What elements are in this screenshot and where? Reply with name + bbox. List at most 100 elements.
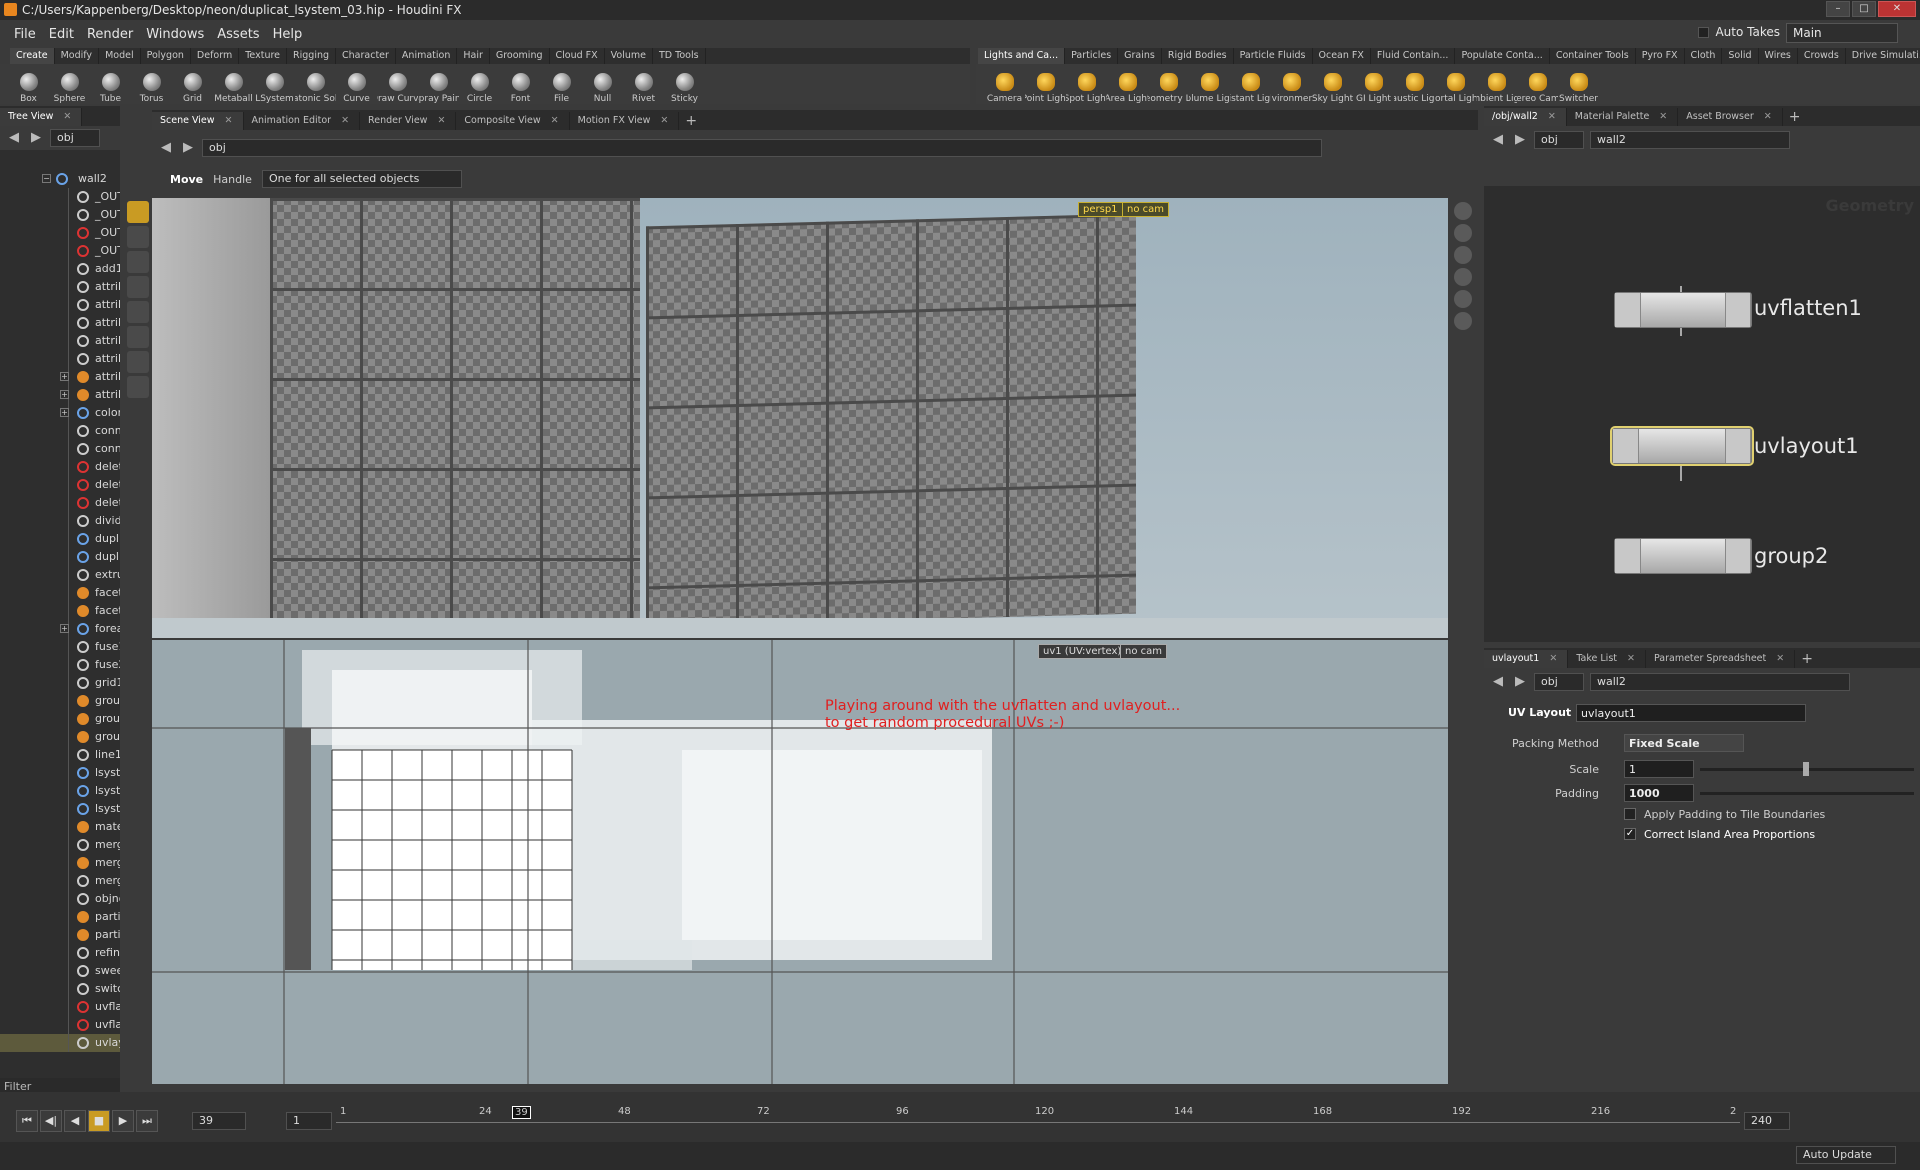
scene-path-field[interactable]: obj [202, 139, 1322, 157]
shelf-tool[interactable]: Circle [459, 64, 500, 104]
expand-icon[interactable]: + [60, 390, 69, 399]
tree-node-row[interactable]: switch [0, 980, 120, 998]
menu-render[interactable]: Render [87, 27, 133, 42]
tree-node-row[interactable]: partiti [0, 926, 120, 944]
add-tab-icon[interactable]: + [1783, 108, 1807, 126]
scene-viewport[interactable]: persp1 no cam Playing around with the uv… [152, 198, 1448, 1086]
panel-tab[interactable]: uvlayout1 ✕ [1484, 650, 1569, 668]
net-path-obj[interactable]: obj [1534, 131, 1584, 149]
tree-node-row[interactable]: + attribt [0, 368, 120, 386]
shelf-tool[interactable]: Font [500, 64, 541, 104]
shelf-tab[interactable]: Model [99, 48, 141, 64]
add-tab-icon[interactable]: + [1795, 650, 1819, 668]
no-cam-menu[interactable]: no cam [1122, 202, 1170, 217]
tree-node-row[interactable]: lsyste [0, 782, 120, 800]
desktop-selector[interactable]: Main [1786, 23, 1898, 43]
play-reverse-icon[interactable]: ◀ [64, 1110, 86, 1132]
tree-node-row[interactable]: mater [0, 818, 120, 836]
tree-node-row[interactable]: attribt [0, 278, 120, 296]
tree-node-row[interactable]: refine [0, 944, 120, 962]
tree-node-row[interactable]: duplic [0, 548, 120, 566]
shelf-tool[interactable]: Point Light [1025, 64, 1066, 104]
shelf-tool[interactable]: Tube [90, 64, 131, 104]
shelf-tool[interactable]: Geometry L... [1148, 64, 1189, 104]
shelf-tool[interactable]: Grid [172, 64, 213, 104]
shelf-tool[interactable]: Ambient Lig... [1476, 64, 1517, 104]
end-frame-field[interactable]: 240 [1744, 1112, 1790, 1130]
tree-node-row[interactable]: _OUT [0, 206, 120, 224]
shelf-tab[interactable]: Character [336, 48, 396, 64]
light-icon[interactable] [1454, 290, 1472, 308]
shelf-tab[interactable]: Grains [1118, 48, 1162, 64]
tree-node-row[interactable]: conne [0, 440, 120, 458]
packing-method-dropdown[interactable]: Fixed Scale [1624, 734, 1744, 752]
menu-assets[interactable]: Assets [217, 27, 259, 42]
shelf-tool[interactable]: Area Light [1107, 64, 1148, 104]
node-uvlayout1[interactable] [1610, 426, 1754, 466]
tree-node-row[interactable]: merge [0, 836, 120, 854]
shelf-tab[interactable]: Ocean FX [1313, 48, 1371, 64]
maximize-button[interactable]: □ [1852, 1, 1876, 17]
handle-mode-dropdown[interactable]: One for all selected objects [261, 170, 462, 188]
jump-end-icon[interactable]: ⏭ [136, 1110, 158, 1132]
param-path-wall2[interactable]: wall2 [1590, 673, 1850, 691]
panel-tab[interactable]: Asset Browser ✕ [1678, 108, 1783, 126]
forward-arrow-icon[interactable]: ▶ [180, 140, 196, 156]
auto-update-dropdown[interactable]: Auto Update [1796, 1146, 1896, 1164]
shelf-tool[interactable]: Sphere [49, 64, 90, 104]
node-group2[interactable] [1614, 538, 1752, 574]
tree-node-row[interactable]: add1 [0, 260, 120, 278]
visibility-icon[interactable] [1454, 246, 1472, 264]
scale-tool-icon[interactable] [127, 276, 149, 298]
node-name-field[interactable]: uvlayout1 [1576, 704, 1806, 722]
shelf-tool[interactable]: LSystem [254, 64, 295, 104]
auto-takes-checkbox[interactable] [1698, 26, 1710, 38]
step-back-icon[interactable]: ◀| [40, 1110, 62, 1132]
shelf-tool[interactable]: Rivet [623, 64, 664, 104]
shelf-tab[interactable]: Texture [239, 48, 288, 64]
shelf-tool[interactable]: File [541, 64, 582, 104]
handle-tool-icon[interactable] [127, 301, 149, 323]
magnet-tool-icon[interactable] [127, 376, 149, 398]
shelf-tab[interactable]: Lights and Ca... [978, 48, 1066, 64]
rotate-tool-icon[interactable] [127, 251, 149, 273]
camera-menu[interactable]: persp1 [1078, 202, 1123, 217]
uv-camera-menu[interactable]: uv1 (UV:vertex) [1038, 644, 1127, 659]
shelf-tab[interactable]: Crowds [1798, 48, 1846, 64]
shelf-tab[interactable]: Particles [1065, 48, 1119, 64]
tree-node-row[interactable]: attribj [0, 314, 120, 332]
tree-node-row[interactable]: merge [0, 854, 120, 872]
shelf-tab[interactable]: Volume [605, 48, 653, 64]
pose-tool-icon[interactable] [127, 326, 149, 348]
panel-tab[interactable]: Scene View ✕ [152, 112, 244, 130]
panel-tab[interactable]: Parameter Spreadsheet ✕ [1646, 650, 1796, 668]
shelf-tool[interactable]: Environmen... [1271, 64, 1312, 104]
tree-node-row[interactable]: _OUT [0, 188, 120, 206]
start-frame-field[interactable]: 1 [286, 1112, 332, 1130]
close-icon[interactable]: ✕ [341, 115, 349, 126]
select-tool-icon[interactable] [127, 201, 149, 223]
close-icon[interactable]: ✕ [551, 115, 559, 126]
shelf-tab[interactable]: Rigid Bodies [1162, 48, 1234, 64]
tree-root-row[interactable]: − wall2 [0, 170, 120, 188]
menu-edit[interactable]: Edit [49, 27, 74, 42]
transform-tool-icon[interactable] [127, 226, 149, 248]
forward-arrow-icon[interactable]: ▶ [1512, 132, 1528, 148]
shelf-tab[interactable]: Drive Simulati... [1846, 48, 1920, 64]
tree-node-row[interactable]: objno [0, 890, 120, 908]
shelf-tab[interactable]: Rigging [287, 48, 337, 64]
current-frame-field[interactable]: 39 [192, 1112, 246, 1130]
display-options-icon[interactable] [1454, 202, 1472, 220]
tree-node-row[interactable]: attribt [0, 296, 120, 314]
tab-tree-view[interactable]: Tree View ✕ [0, 108, 83, 126]
shelf-tab[interactable]: Animation [396, 48, 458, 64]
add-tab-icon[interactable]: + [679, 112, 703, 130]
shelf-tool[interactable]: Sky Light [1312, 64, 1353, 104]
tree-node-row[interactable]: grid1 [0, 674, 120, 692]
close-icon[interactable]: ✕ [1548, 111, 1556, 122]
padding-field[interactable]: 1000 [1624, 784, 1694, 802]
shelf-tab[interactable]: Fluid Contain... [1371, 48, 1456, 64]
current-frame-marker[interactable]: 39 [512, 1106, 531, 1119]
perspective-viewport[interactable]: persp1 no cam [152, 198, 1448, 638]
timeline-ruler[interactable]: 1 24 48 72 96 120 144 168 192 216 2 39 [336, 1092, 1740, 1142]
